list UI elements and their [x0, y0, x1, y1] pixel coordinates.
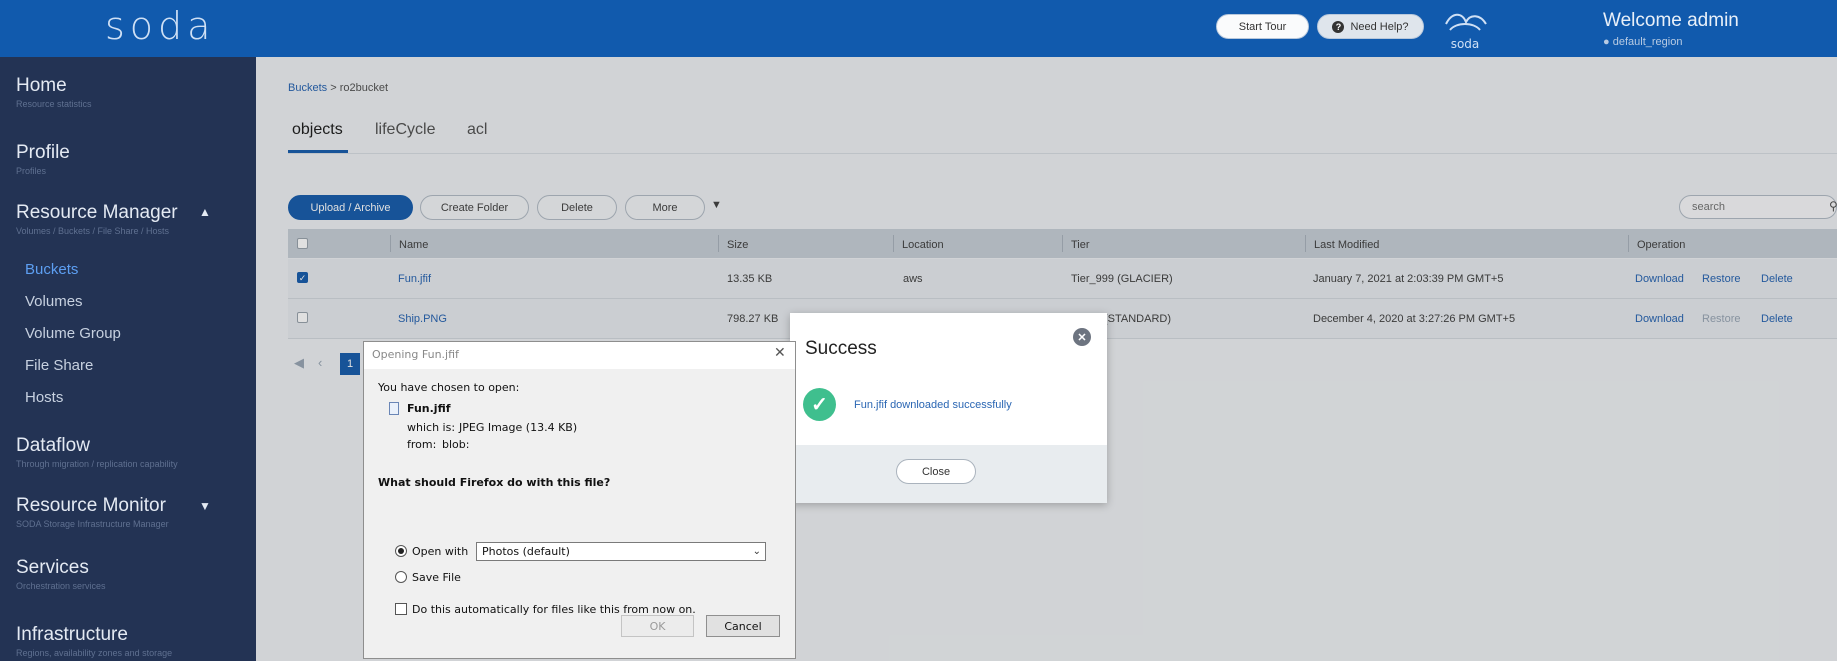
- file-source-value: blob:: [442, 438, 470, 451]
- sidebar-item-services-sub: Orchestration services: [16, 581, 106, 591]
- file-source-label: from:: [407, 438, 437, 451]
- sidebar-item-infrastructure[interactable]: Infrastructure: [16, 624, 128, 646]
- region-selector[interactable]: ● default_region: [1603, 36, 1682, 48]
- chevron-up-icon[interactable]: ▲: [199, 205, 211, 219]
- firefox-open-dialog: Opening Fun.jfif ✕ You have chosen to op…: [363, 341, 796, 659]
- sidebar-item-buckets[interactable]: Buckets: [25, 261, 78, 278]
- ok-button: OK: [621, 615, 694, 637]
- sidebar-item-profile[interactable]: Profile: [16, 142, 70, 164]
- file-type-value: JPEG Image (13.4 KB): [459, 421, 578, 434]
- file-icon: [389, 402, 399, 415]
- sidebar-item-profile-sub: Profiles: [16, 166, 47, 176]
- soda-logo[interactable]: soda: [105, 4, 215, 48]
- sidebar-item-file-share[interactable]: File Share: [25, 357, 93, 374]
- chevron-down-icon[interactable]: ▼: [199, 499, 211, 513]
- cancel-button[interactable]: Cancel: [706, 615, 780, 637]
- sidebar-item-home-sub: Resource statistics: [16, 99, 92, 109]
- sidebar: Home Resource statistics Profile Profile…: [0, 57, 256, 661]
- sidebar-item-volumes[interactable]: Volumes: [25, 293, 83, 310]
- open-with-app-select[interactable]: Photos (default) ⌄: [476, 542, 766, 561]
- success-dialog: Success ✕ ✓ Fun.jfif downloaded successf…: [790, 313, 1107, 503]
- action-question: What should Firefox do with this file?: [378, 476, 611, 489]
- sidebar-item-dataflow-sub: Through migration / replication capabili…: [16, 459, 178, 469]
- file-name: Fun.jfif: [407, 402, 451, 415]
- dialog-title: Opening Fun.jfif: [372, 348, 459, 361]
- save-file-label[interactable]: Save File: [412, 571, 461, 584]
- location-pin-icon: ●: [1603, 36, 1610, 48]
- sidebar-item-dataflow[interactable]: Dataflow: [16, 435, 90, 457]
- success-title: Success: [805, 338, 877, 359]
- dialog-body: You have chosen to open: Fun.jfif which …: [364, 369, 795, 658]
- sidebar-item-hosts[interactable]: Hosts: [25, 389, 63, 406]
- welcome-text: Welcome admin: [1603, 10, 1739, 31]
- soda-brand-icon: soda: [1440, 8, 1490, 52]
- need-help-button[interactable]: ? Need Help?: [1317, 14, 1424, 39]
- sidebar-item-services[interactable]: Services: [16, 557, 89, 579]
- region-label: default_region: [1612, 36, 1683, 48]
- close-icon[interactable]: ✕: [1073, 328, 1091, 346]
- sidebar-item-home[interactable]: Home: [16, 75, 67, 97]
- chosen-label: You have chosen to open:: [378, 381, 520, 394]
- sidebar-item-resource-manager[interactable]: Resource Manager: [16, 202, 178, 224]
- sidebar-item-resource-manager-sub: Volumes / Buckets / File Share / Hosts: [16, 226, 170, 236]
- sidebar-item-volume-group[interactable]: Volume Group: [25, 325, 121, 342]
- dialog-titlebar: Opening Fun.jfif ✕: [364, 342, 795, 369]
- file-type-label: which is:: [407, 421, 456, 434]
- save-file-radio[interactable]: [395, 571, 407, 583]
- open-with-app-value: Photos (default): [482, 545, 570, 558]
- start-tour-button[interactable]: Start Tour: [1216, 14, 1309, 39]
- chevron-down-icon: ⌄: [752, 546, 761, 557]
- open-with-label[interactable]: Open with: [412, 545, 468, 558]
- top-bar: soda Start Tour ? Need Help? soda Welcom…: [0, 0, 1837, 57]
- success-message: Fun.jfif downloaded successfully: [854, 399, 1012, 411]
- need-help-label: Need Help?: [1350, 20, 1409, 33]
- question-icon: ?: [1332, 20, 1345, 33]
- auto-action-checkbox[interactable]: [395, 603, 407, 615]
- sidebar-item-resource-monitor-sub: SODA Storage Infrastructure Manager: [16, 519, 169, 529]
- close-button[interactable]: Close: [896, 459, 976, 484]
- sidebar-item-infrastructure-sub: Regions, availability zones and storage: [16, 648, 173, 658]
- sidebar-item-resource-monitor[interactable]: Resource Monitor: [16, 495, 166, 517]
- svg-text:soda: soda: [1451, 37, 1480, 51]
- check-circle-icon: ✓: [803, 388, 836, 421]
- close-icon[interactable]: ✕: [774, 345, 786, 361]
- open-with-radio[interactable]: [395, 545, 407, 557]
